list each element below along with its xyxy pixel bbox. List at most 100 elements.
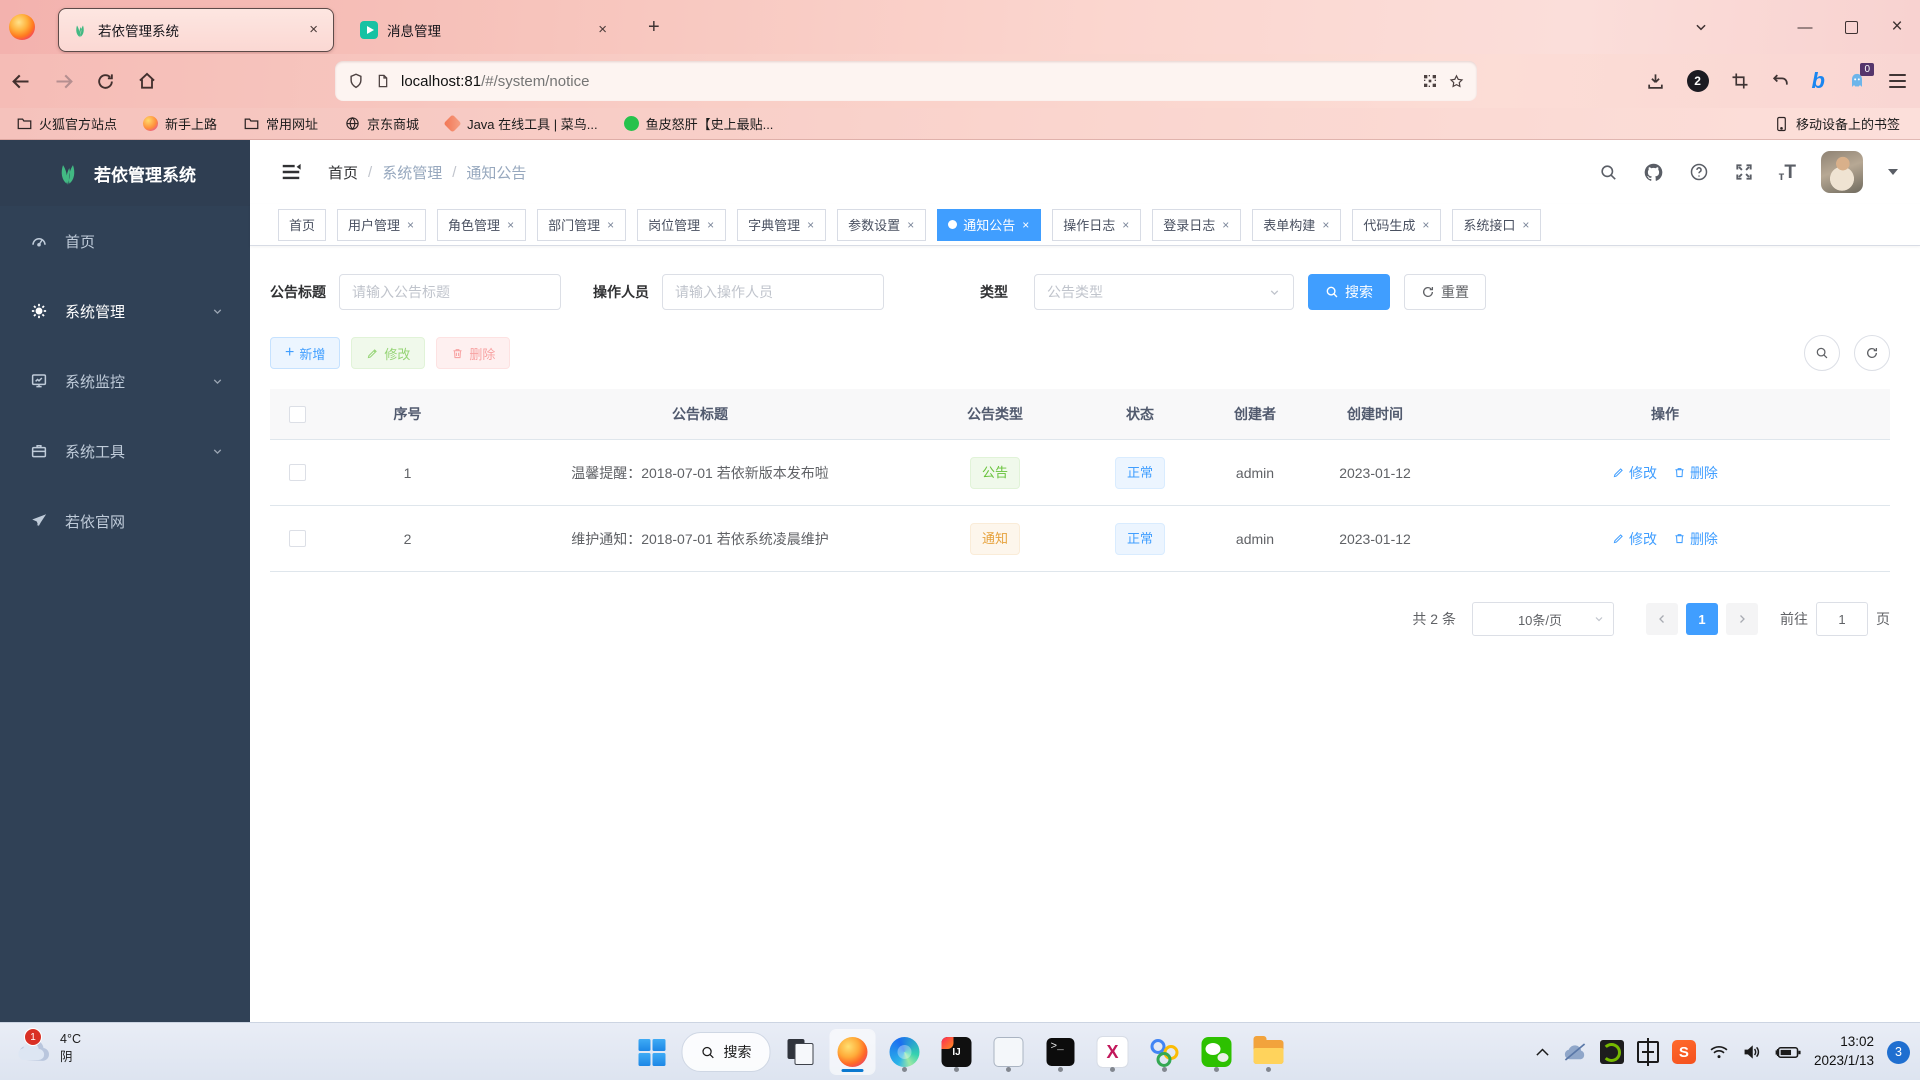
bookmark-folder[interactable]: 常用网址: [243, 114, 318, 133]
bookmark-item[interactable]: 鱼皮怒肝【史上最贴...: [624, 114, 774, 133]
close-icon[interactable]: ×: [1221, 218, 1230, 232]
firefox-logo-icon[interactable]: [0, 14, 44, 40]
new-tab-button[interactable]: +: [638, 12, 670, 43]
onedrive-icon[interactable]: [1563, 1043, 1587, 1061]
reload-icon[interactable]: [84, 72, 126, 91]
wifi-icon[interactable]: [1709, 1044, 1729, 1060]
reset-button[interactable]: 重置: [1404, 274, 1486, 310]
refresh-table-button[interactable]: [1854, 335, 1890, 371]
tag-user-mgmt[interactable]: 用户管理×: [337, 209, 426, 241]
delete-button[interactable]: 删除: [436, 337, 510, 369]
taskbar-search[interactable]: 搜索: [682, 1032, 771, 1072]
sidebar-item-home[interactable]: 首页: [0, 206, 250, 276]
row-delete-link[interactable]: 删除: [1673, 529, 1718, 549]
taskbar-clock[interactable]: 13:02 2023/1/13: [1814, 1033, 1874, 1071]
back-icon[interactable]: [0, 71, 42, 92]
browser-tab-messages[interactable]: 消息管理 ×: [348, 9, 622, 51]
tag-post-mgmt[interactable]: 岗位管理×: [637, 209, 726, 241]
search-button[interactable]: 搜索: [1308, 274, 1390, 310]
close-icon[interactable]: ×: [606, 218, 615, 232]
close-icon[interactable]: ×: [506, 218, 515, 232]
breadcrumb-home[interactable]: 首页: [328, 162, 358, 183]
bing-icon[interactable]: b: [1812, 70, 1825, 92]
tray-chevron-icon[interactable]: [1535, 1047, 1550, 1057]
url-bar[interactable]: localhost:81/#/system/notice: [335, 61, 1477, 101]
list-tabs-icon[interactable]: [1684, 20, 1718, 34]
sidebar-fold-icon[interactable]: [280, 161, 302, 183]
row-edit-link[interactable]: 修改: [1612, 529, 1657, 549]
row-checkbox[interactable]: [289, 464, 306, 481]
page-number-button[interactable]: 1: [1686, 603, 1718, 635]
url-text[interactable]: localhost:81/#/system/notice: [401, 73, 1412, 90]
prev-page-button[interactable]: [1646, 603, 1678, 635]
font-size-icon[interactable]: тT: [1779, 163, 1797, 182]
operator-input[interactable]: [662, 274, 884, 310]
row-edit-link[interactable]: 修改: [1612, 463, 1657, 483]
close-icon[interactable]: ×: [1321, 218, 1330, 232]
volume-icon[interactable]: [1742, 1043, 1762, 1061]
sidebar-item-official-site[interactable]: 若依官网: [0, 486, 250, 556]
minimize-button[interactable]: —: [1782, 7, 1828, 47]
close-icon[interactable]: ×: [706, 218, 715, 232]
bookmark-item[interactable]: 新手上路: [143, 114, 217, 133]
row-checkbox[interactable]: [289, 530, 306, 547]
taskbar-circles-app[interactable]: [1143, 1030, 1187, 1074]
close-icon[interactable]: ×: [1521, 218, 1530, 232]
taskbar-vm-app[interactable]: [987, 1030, 1031, 1074]
notice-type-select[interactable]: 公告类型: [1034, 274, 1294, 310]
screenshot-crop-icon[interactable]: [1731, 72, 1749, 90]
table-row[interactable]: 2 维护通知：2018-07-01 若依系统凌晨维护 通知 正常 admin 2…: [270, 506, 1890, 572]
tag-oper-log[interactable]: 操作日志×: [1052, 209, 1141, 241]
close-icon[interactable]: ×: [906, 218, 915, 232]
row-delete-link[interactable]: 删除: [1673, 463, 1718, 483]
tag-login-log[interactable]: 登录日志×: [1152, 209, 1241, 241]
tag-system-api[interactable]: 系统接口×: [1452, 209, 1541, 241]
fullscreen-icon[interactable]: [1734, 162, 1754, 182]
header-search-icon[interactable]: [1599, 163, 1618, 182]
tag-dict-mgmt[interactable]: 字典管理×: [737, 209, 826, 241]
close-window-button[interactable]: ×: [1874, 7, 1920, 47]
undo-icon[interactable]: [1771, 72, 1790, 91]
close-icon[interactable]: ×: [1121, 218, 1130, 232]
select-all-checkbox[interactable]: [289, 406, 306, 423]
sidebar-item-system-management[interactable]: 系统管理: [0, 276, 250, 346]
tag-form-builder[interactable]: 表单构建×: [1252, 209, 1341, 241]
close-icon[interactable]: ×: [595, 21, 610, 38]
weather-widget[interactable]: 1 4°C 阴: [16, 1030, 81, 1066]
tag-dept-mgmt[interactable]: 部门管理×: [537, 209, 626, 241]
bookmark-item[interactable]: Java 在线工具 | 菜鸟...: [445, 114, 598, 133]
sogou-icon[interactable]: S: [1672, 1040, 1696, 1064]
battery-icon[interactable]: [1775, 1045, 1801, 1060]
forward-icon[interactable]: [42, 71, 84, 92]
tag-notice-active[interactable]: 通知公告×: [937, 209, 1041, 241]
taskbar-wechat[interactable]: [1195, 1030, 1239, 1074]
next-page-button[interactable]: [1726, 603, 1758, 635]
bookmark-folder[interactable]: 火狐官方站点: [16, 114, 117, 133]
taskbar-explorer[interactable]: [1247, 1030, 1291, 1074]
tag-param-settings[interactable]: 参数设置×: [837, 209, 926, 241]
notification-count-badge[interactable]: 3: [1887, 1041, 1910, 1064]
goto-page-input[interactable]: [1816, 602, 1868, 636]
sidebar-item-system-monitor[interactable]: 系统监控: [0, 346, 250, 416]
downloads-icon[interactable]: [1646, 72, 1665, 91]
help-icon[interactable]: [1689, 162, 1709, 182]
page-info-icon[interactable]: [375, 72, 391, 90]
extension-count-badge[interactable]: 2: [1687, 70, 1709, 92]
avatar[interactable]: [1821, 151, 1863, 193]
ime-indicator-icon[interactable]: [1637, 1041, 1659, 1063]
page-size-select[interactable]: 10条/页: [1472, 602, 1614, 636]
browser-menu-icon[interactable]: [1889, 74, 1906, 89]
edit-button[interactable]: 修改: [351, 337, 425, 369]
table-row[interactable]: 1 温馨提醒：2018-07-01 若依新版本发布啦 公告 正常 admin 2…: [270, 440, 1890, 506]
close-icon[interactable]: ×: [1421, 218, 1430, 232]
close-icon[interactable]: ×: [306, 21, 321, 38]
taskbar-intellij[interactable]: IJ: [935, 1030, 979, 1074]
chevron-down-icon[interactable]: [1888, 169, 1898, 175]
browser-tab-ruoyi[interactable]: 若依管理系统 ×: [58, 8, 334, 52]
notice-title-input[interactable]: [339, 274, 561, 310]
shield-icon[interactable]: [347, 72, 365, 90]
task-view-button[interactable]: [779, 1030, 823, 1074]
add-button[interactable]: +新增: [270, 337, 340, 369]
toggle-search-button[interactable]: [1804, 335, 1840, 371]
sidebar-item-system-tools[interactable]: 系统工具: [0, 416, 250, 486]
